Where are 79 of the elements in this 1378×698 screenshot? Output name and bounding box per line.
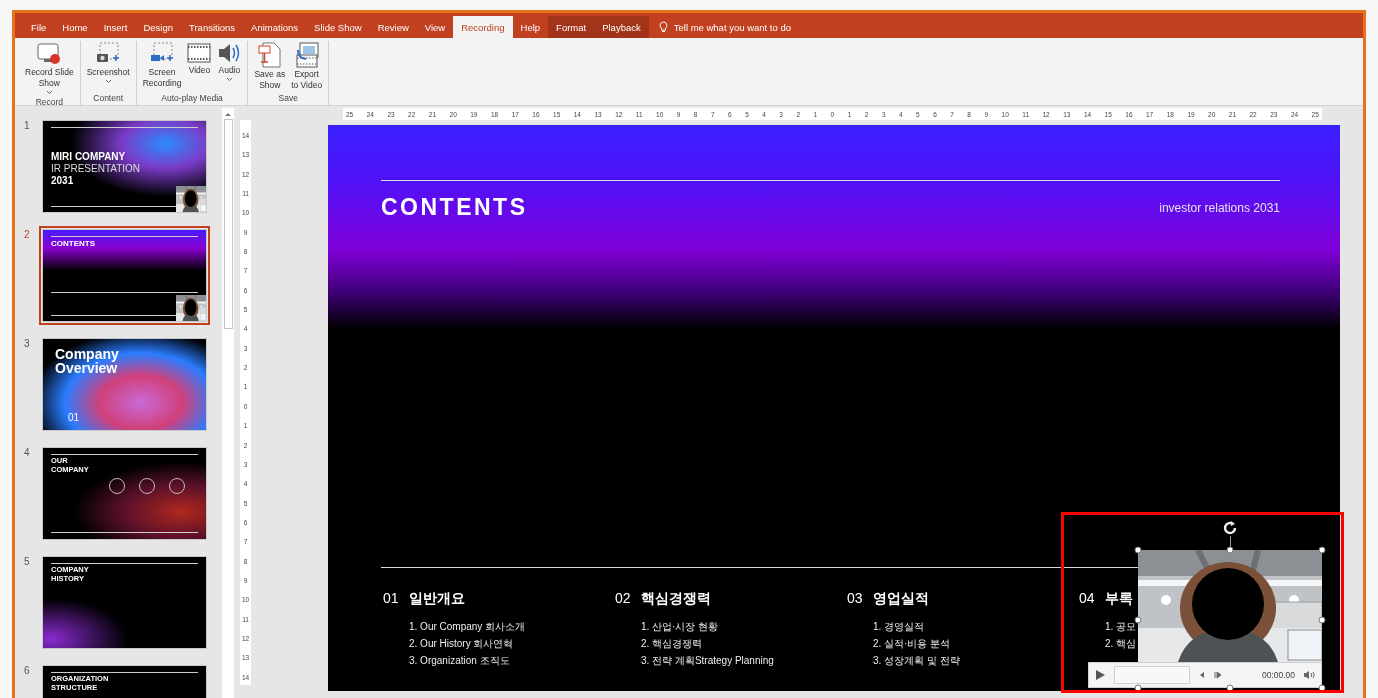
group-label: Auto-play Media (161, 93, 223, 105)
section-item: 3. Organization 조직도 (409, 654, 511, 668)
section-item: 2. 핵심 (1105, 637, 1138, 651)
lightbulb-icon (658, 21, 668, 33)
section-number: 03 (847, 590, 863, 608)
section-title: 부록 (1104, 590, 1133, 608)
slide-number: 4 (23, 447, 31, 460)
slide-number: 1 (23, 120, 31, 133)
section-item: 2. Our History 회사연혁 (409, 637, 515, 651)
rotate-handle-icon[interactable] (1221, 519, 1239, 537)
section-item: 1. Our Company 회사소개 (409, 620, 527, 634)
slide-title: CONTENTS (381, 194, 528, 221)
export-video-icon (293, 42, 320, 68)
ribbon-button[interactable]: Export to Video (289, 41, 325, 93)
step-forward-icon[interactable] (1214, 671, 1222, 679)
ribbon-tab[interactable]: Playback (594, 16, 649, 38)
slide-number: 3 (23, 338, 31, 351)
slide-title: CONTENTS (51, 239, 95, 248)
section-item: 1. 공모 (1105, 620, 1138, 634)
ribbon-tab[interactable]: Format (548, 16, 595, 38)
slide-thumbnail[interactable]: MIRI COMPANY IR PRESENTATION 2031 (42, 120, 207, 213)
ribbon-button[interactable]: Record Slide Show (23, 41, 76, 97)
record-slide-icon (36, 42, 63, 66)
resize-handle[interactable] (1226, 684, 1234, 692)
section-number: 01 (383, 590, 399, 608)
ribbon-button[interactable]: Screenshot (84, 41, 132, 93)
ribbon-button[interactable]: Screen Recording (140, 41, 184, 93)
resize-handle[interactable] (1134, 616, 1142, 624)
section-number: 01 (68, 412, 80, 423)
section-title: 영업실적 (872, 590, 929, 608)
slide-number: 5 (23, 556, 31, 569)
ribbon-tab[interactable]: Animations (243, 16, 307, 38)
video-time: 00:00.00 (1261, 670, 1295, 680)
section-title: 일반개요 (408, 590, 465, 608)
group-label: Content (93, 93, 124, 105)
section-number: 02 (615, 590, 631, 608)
section-item: 3. 전략 계획Strategy Planning (641, 654, 775, 668)
ribbon-button[interactable]: Save as Show (252, 41, 288, 93)
slide-number: 2 (23, 229, 31, 242)
section-item: 2. 핵심경쟁력 (641, 637, 704, 651)
ribbon-tab[interactable]: Insert (95, 16, 136, 38)
slide-number: 6 (23, 665, 31, 678)
resize-handle[interactable] (1318, 616, 1326, 624)
ribbon-tab[interactable]: Help (512, 16, 549, 38)
section-item: 2. 실적·비용 분석 (873, 637, 952, 651)
section-number: 04 (1079, 590, 1095, 608)
resize-handle[interactable] (1226, 546, 1234, 554)
ribbon-button[interactable]: Video (185, 41, 214, 93)
ribbon-tab[interactable]: Slide Show (306, 16, 370, 38)
resize-handle[interactable] (1134, 684, 1142, 692)
step-back-icon[interactable] (1198, 671, 1206, 679)
progress-track[interactable] (1114, 666, 1190, 684)
slide-thumbnail[interactable]: CONTENTS (42, 229, 207, 322)
section-item: 1. 산업·시장 현황 (641, 620, 720, 634)
play-icon[interactable] (1095, 669, 1106, 681)
ribbon-tab[interactable]: Review (369, 16, 417, 38)
ribbon-tab[interactable]: Home (54, 16, 96, 38)
resize-handle[interactable] (1134, 546, 1142, 554)
resize-handle[interactable] (1318, 546, 1326, 554)
film-icon (187, 42, 212, 64)
ribbon-tab[interactable]: Design (135, 16, 181, 38)
save-show-icon (257, 42, 282, 68)
resize-handle[interactable] (1318, 684, 1326, 692)
volume-icon[interactable] (1303, 670, 1315, 680)
section-item: 1. 경영실적 (873, 620, 926, 634)
scrollbar-thumb[interactable] (223, 119, 233, 329)
ribbon-tab[interactable]: View (416, 16, 454, 38)
ribbon-button[interactable]: Audio (215, 41, 244, 93)
slide-subtitle: investor relations 2031 (1159, 200, 1280, 215)
ribbon-tab[interactable]: File (23, 16, 55, 38)
ribbon-tab[interactable]: Recording (453, 16, 513, 38)
section-title: 핵심경쟁력 (640, 590, 711, 608)
speaker-icon (217, 42, 242, 64)
slide-title: MIRI COMPANY IR PRESENTATION 2031 (51, 151, 141, 187)
group-label: Record (35, 97, 64, 109)
ribbon-tab[interactable]: Transitions (181, 16, 244, 38)
section-item: 3. 성장계획 및 전략 (873, 654, 961, 668)
group-label: Save (278, 93, 298, 105)
tell-me-field[interactable]: Tell me what you want to do (673, 21, 791, 33)
